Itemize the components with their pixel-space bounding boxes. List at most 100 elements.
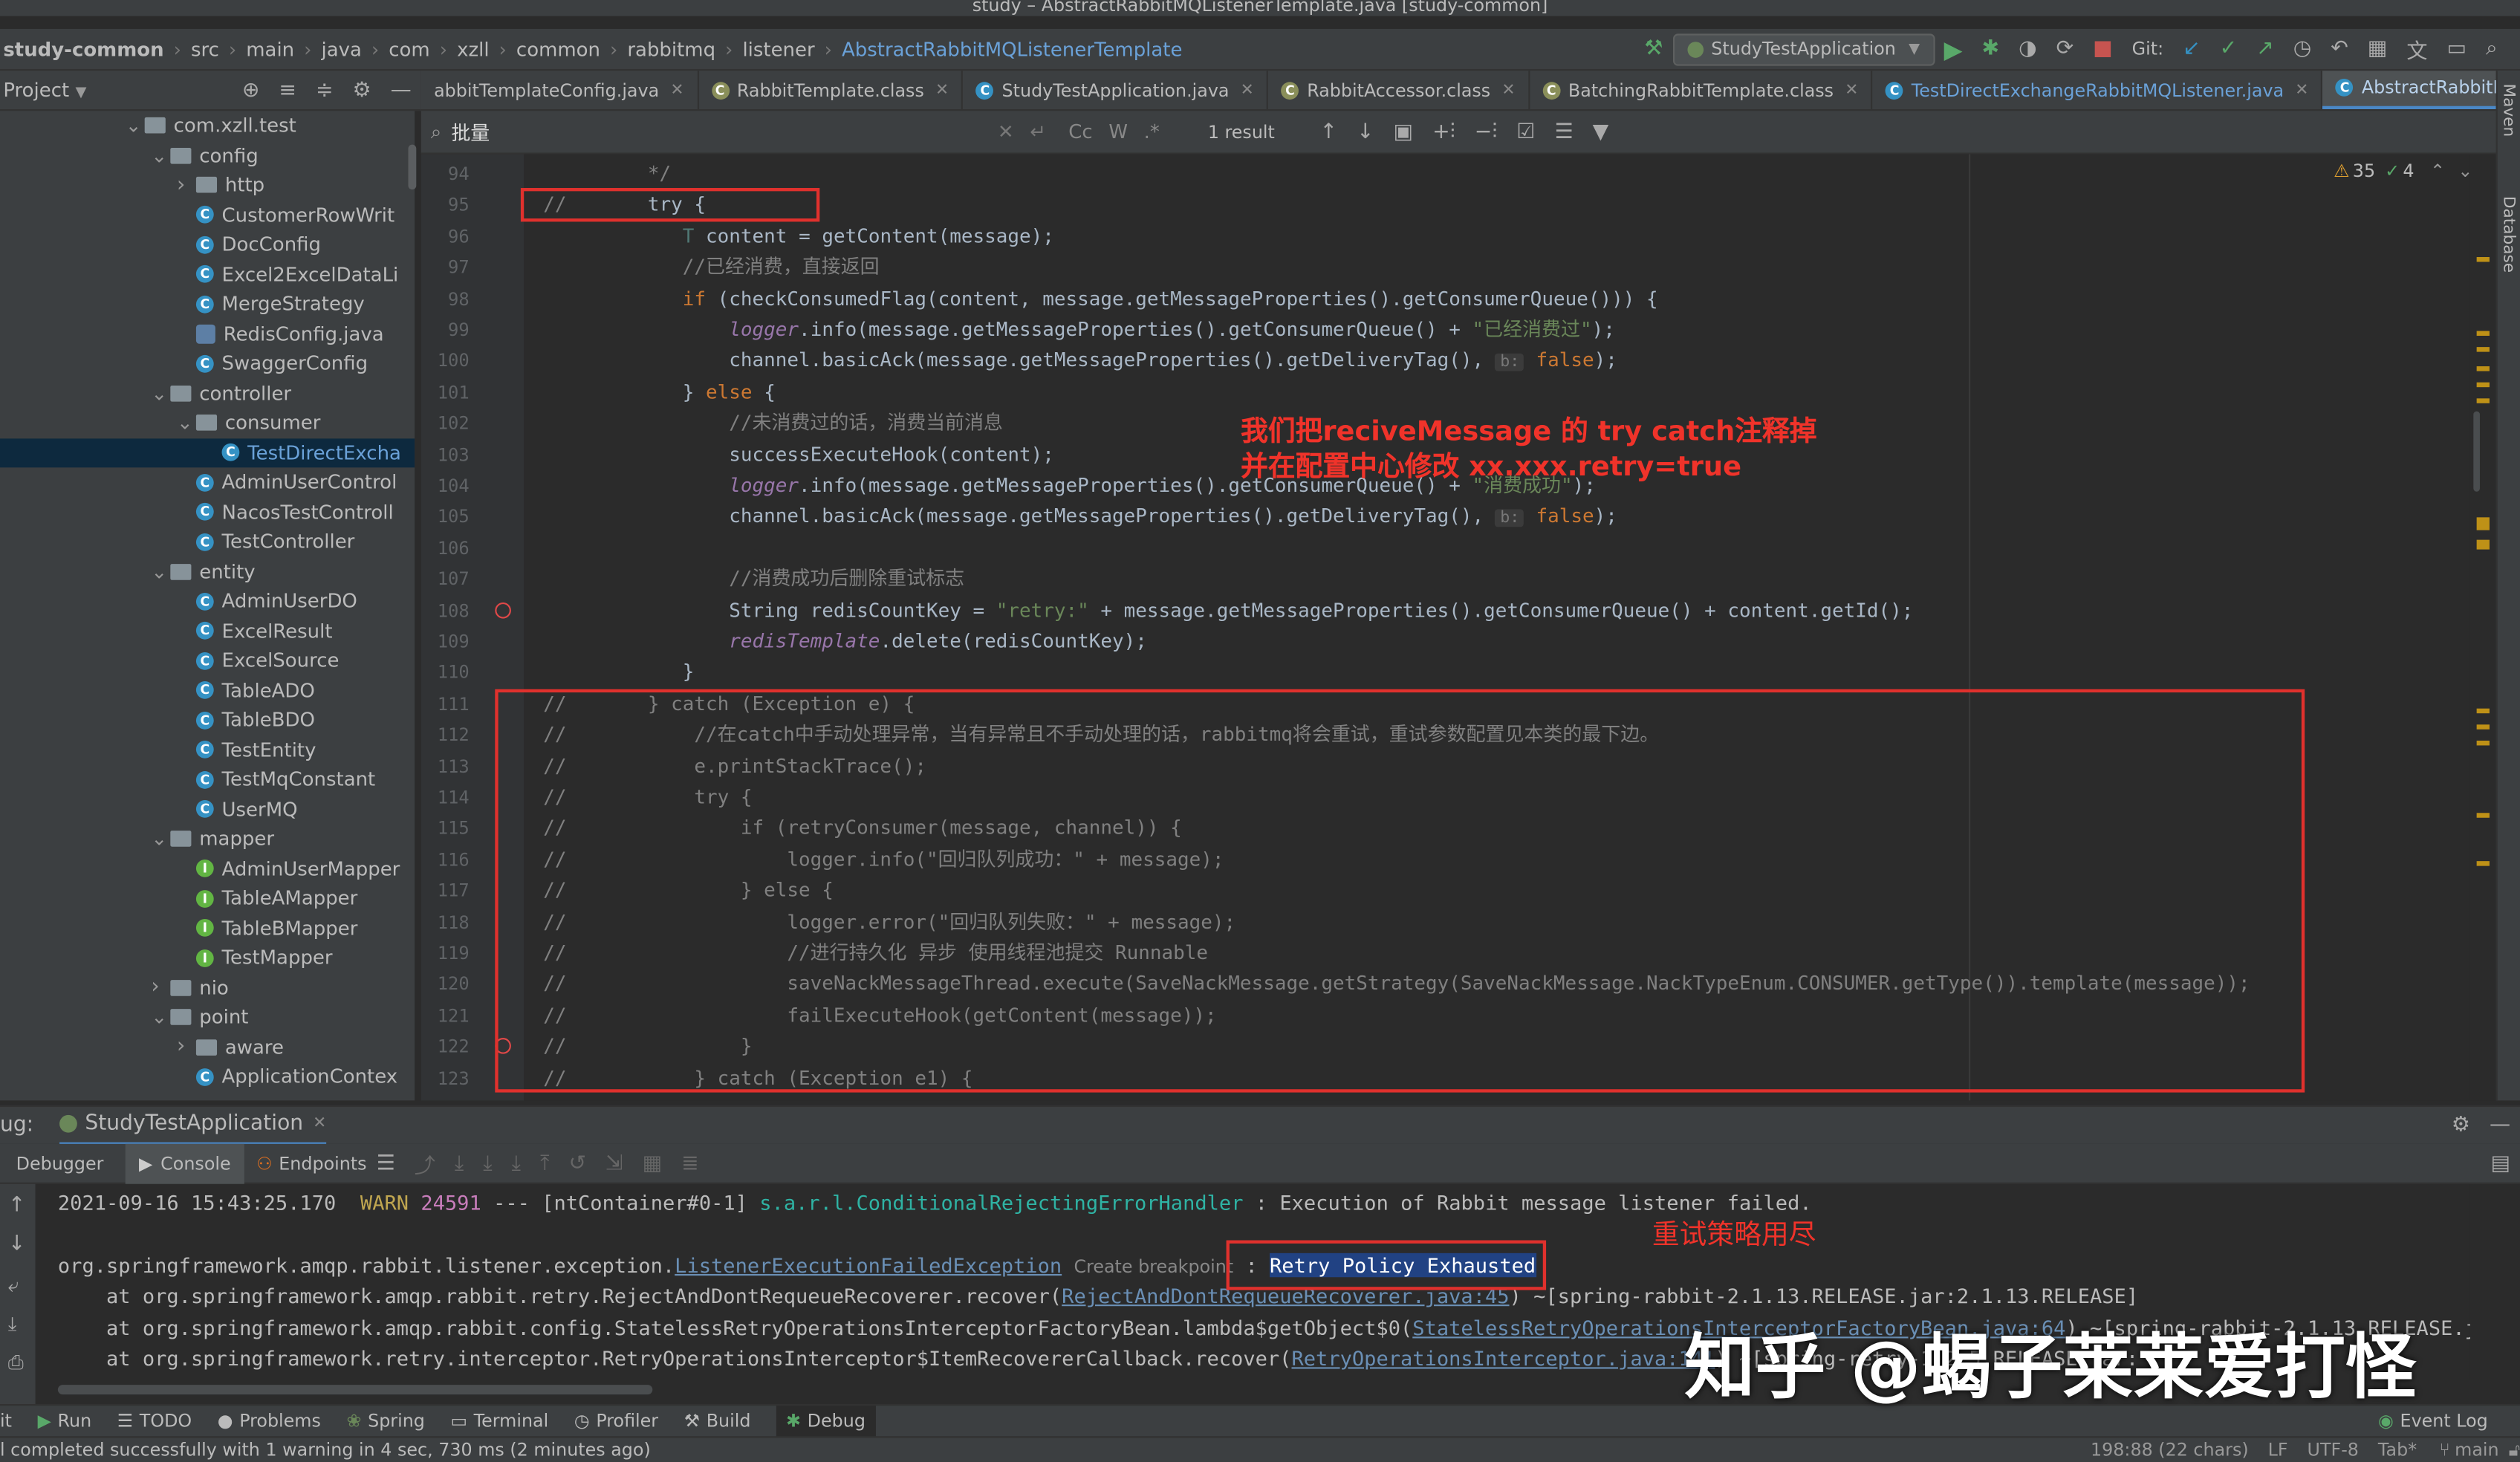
soft-wrap-icon[interactable]: ⤶: [8, 1274, 19, 1298]
chevron-down-icon[interactable]: ⌄: [151, 144, 170, 166]
warning-marker[interactable]: [2476, 539, 2490, 550]
editor-tab[interactable]: C BatchingRabbitTemplate.class ✕: [1530, 71, 1873, 110]
tool-button-terminal[interactable]: ▭ Terminal: [451, 1411, 549, 1432]
rollback-icon[interactable]: ↶: [2331, 37, 2348, 61]
add-occurrence-icon[interactable]: +⫶: [1432, 120, 1455, 143]
clear-search-icon[interactable]: ✕: [998, 120, 1014, 143]
chevron-down-icon[interactable]: ⌄: [177, 412, 196, 434]
tool-button-run[interactable]: ▶ Run: [38, 1411, 92, 1432]
hide-icon[interactable]: —: [2490, 1114, 2510, 1137]
open-in-window-icon[interactable]: ▣: [1394, 120, 1414, 143]
chevron-down-icon[interactable]: ⌄: [126, 114, 145, 137]
chevron-down-icon[interactable]: ⌄: [151, 828, 170, 850]
chevron-right-icon[interactable]: ›: [177, 1035, 196, 1059]
tab-debugger[interactable]: Debugger: [16, 1153, 104, 1174]
tree-item[interactable]: C TableBDO: [0, 705, 315, 734]
editor-tab[interactable]: CAbstractRabbitMQListenerTemplate.java✕: [2322, 71, 2520, 110]
close-icon[interactable]: ✕: [1845, 81, 1858, 99]
git-branch[interactable]: main: [2455, 1440, 2498, 1461]
tree-item[interactable]: C UserMQ: [0, 794, 298, 823]
file-encoding[interactable]: UTF-8: [2308, 1440, 2359, 1461]
indent-setting[interactable]: Tab*: [2378, 1440, 2417, 1461]
tree-item[interactable]: C ApplicationContex: [0, 1062, 397, 1091]
tree-item[interactable]: ⌄ com.xzll.test: [0, 111, 296, 140]
tree-item[interactable]: C TestController: [0, 527, 354, 556]
tree-item[interactable]: I TableAMapper: [0, 883, 357, 912]
next-occurrence-icon[interactable]: ↓: [1357, 120, 1374, 143]
tab-endpoints[interactable]: ⚇ Endpoints: [256, 1153, 366, 1174]
git-commit-icon[interactable]: ✓: [2220, 37, 2238, 61]
editor-tab[interactable]: C RabbitTemplate.class ✕: [698, 71, 964, 110]
tool-button-it[interactable]: it: [0, 1411, 12, 1432]
editor-tab[interactable]: C RabbitAccessor.class ✕: [1268, 71, 1530, 110]
warning-marker[interactable]: [2476, 861, 2490, 866]
arrow-up-icon[interactable]: ↑: [8, 1194, 26, 1218]
tree-item[interactable]: C MergeStrategy: [0, 289, 365, 318]
tree-item[interactable]: ⌄ consumer: [0, 408, 320, 437]
tool-button-debug[interactable]: ✱ Debug: [776, 1405, 875, 1437]
breadcrumb-item[interactable]: com: [389, 38, 429, 60]
tree-item[interactable]: C CustomerRowWrit: [0, 200, 394, 229]
drop-frame-icon[interactable]: ↺: [568, 1151, 586, 1175]
tree-item[interactable]: I TestMapper: [0, 943, 333, 972]
project-structure-icon[interactable]: ▦: [2368, 37, 2388, 61]
stack-frame-link[interactable]: RetryOperationsInterceptor.java:141: [1291, 1346, 1715, 1370]
tree-item[interactable]: RedisConfig.java: [0, 319, 384, 348]
breadcrumb-item[interactable]: main: [246, 38, 294, 60]
warning-marker[interactable]: [2476, 517, 2490, 530]
locate-icon[interactable]: ⊕: [242, 78, 260, 102]
database-tool-button[interactable]: Database: [2499, 196, 2517, 273]
gear-icon[interactable]: ⚙: [353, 78, 371, 102]
collapse-all-icon[interactable]: ≑: [316, 78, 334, 102]
tree-item[interactable]: C Excel2ExcelDataLi: [0, 259, 398, 288]
warning-marker[interactable]: [2476, 331, 2490, 336]
restore-layout-icon[interactable]: ▤: [2490, 1151, 2510, 1175]
maven-tool-button[interactable]: Maven: [2499, 83, 2517, 137]
run-config-select[interactable]: StudyTestApplication ▼: [1672, 33, 1935, 65]
tab-console[interactable]: ▶ Console: [126, 1143, 244, 1183]
warning-marker[interactable]: [2476, 398, 2490, 403]
tree-item[interactable]: C TableADO: [0, 675, 315, 704]
tree-item[interactable]: › http: [0, 170, 264, 199]
evaluate-icon[interactable]: ▦: [643, 1151, 663, 1175]
filter-icon[interactable]: ▼: [1593, 120, 1609, 143]
create-breakpoint-hint[interactable]: Create breakpoint: [1074, 1256, 1233, 1277]
tree-item[interactable]: ⌄ config: [0, 140, 258, 169]
step-into-icon[interactable]: ⤓: [483, 1151, 492, 1175]
tree-scrollbar[interactable]: [408, 144, 417, 190]
breadcrumb-item[interactable]: src: [191, 38, 219, 60]
select-all-occurrences-icon[interactable]: ☑: [1516, 120, 1535, 143]
tree-item[interactable]: C ExcelSource: [0, 646, 339, 675]
git-update-icon[interactable]: ↙: [2183, 37, 2201, 61]
chevron-down-icon[interactable]: ⌄: [151, 382, 170, 404]
breadcrumb-item[interactable]: common: [516, 38, 600, 60]
tree-item[interactable]: I AdminUserMapper: [0, 854, 400, 883]
project-view-select[interactable]: Project ▼: [3, 79, 86, 101]
tree-item[interactable]: C NacosTestControll: [0, 497, 394, 526]
warning-marker[interactable]: [2476, 257, 2490, 262]
coverage-icon[interactable]: ◑: [2019, 37, 2037, 61]
lock-icon[interactable]: 🔓︎: [2509, 1439, 2520, 1461]
debug-icon[interactable]: ✱: [1982, 37, 2000, 61]
tree-item[interactable]: ⌄ mapper: [0, 824, 274, 853]
breadcrumb-item[interactable]: java: [321, 38, 361, 60]
tree-item[interactable]: C AdminUserControl: [0, 467, 397, 496]
search-input[interactable]: 批量: [451, 118, 998, 146]
editor-scrollbar[interactable]: [2473, 411, 2480, 492]
tool-button-todo[interactable]: ☰ TODO: [117, 1411, 192, 1432]
hammer-icon[interactable]: ⚒: [1644, 37, 1663, 61]
close-icon[interactable]: ✕: [1501, 81, 1515, 99]
warning-marker[interactable]: [2476, 708, 2490, 714]
stop-icon[interactable]: ■: [2093, 37, 2113, 61]
step-out-icon[interactable]: ⤒: [540, 1151, 549, 1175]
show-execution-point-icon[interactable]: ⤴: [415, 1148, 435, 1178]
breadcrumb-item[interactable]: rabbitmq: [627, 38, 715, 60]
force-step-into-icon[interactable]: ⤓: [512, 1151, 521, 1175]
tree-item[interactable]: ⌄ point: [0, 1002, 248, 1031]
tool-button-spring[interactable]: ❀ Spring: [346, 1411, 424, 1432]
editor-tab[interactable]: C TestDirectExchangeRabbitMQListener.java…: [1873, 71, 2323, 110]
tree-item[interactable]: C TestDirectExcha: [0, 438, 415, 467]
caret-position[interactable]: 198:88 (22 chars): [2091, 1440, 2249, 1461]
exception-link[interactable]: ListenerExecutionFailedException: [675, 1253, 1062, 1277]
warning-marker[interactable]: [2476, 382, 2490, 388]
